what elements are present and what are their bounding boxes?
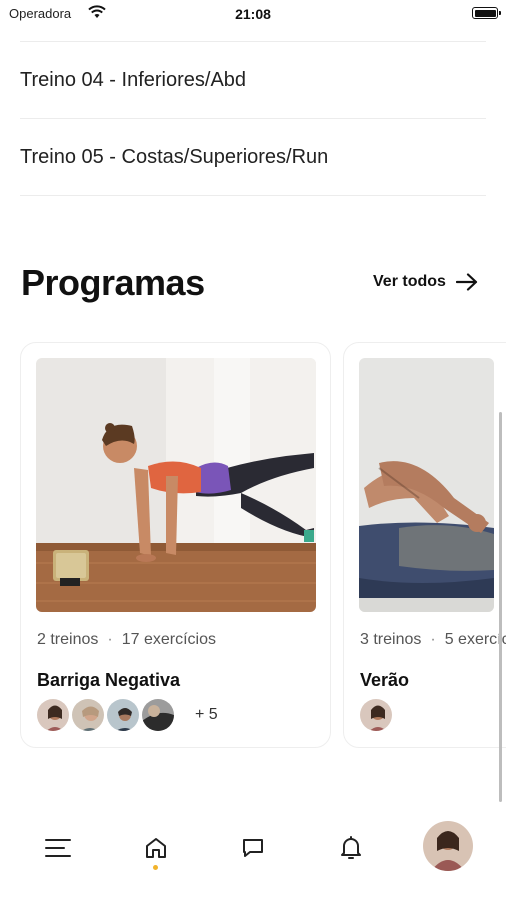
tab-menu[interactable] bbox=[43, 833, 73, 863]
see-all-button[interactable]: Ver todos bbox=[373, 273, 478, 291]
more-members-count: + 5 bbox=[195, 706, 218, 723]
program-title: Barriga Negativa bbox=[37, 670, 181, 690]
exercises-count: 17 exercícios bbox=[121, 631, 216, 648]
avatar bbox=[35, 697, 71, 733]
bell-icon bbox=[341, 836, 361, 859]
member-avatars bbox=[358, 697, 394, 733]
see-all-label: Ver todos bbox=[373, 273, 446, 290]
tab-notifications[interactable] bbox=[336, 833, 366, 863]
program-meta: 3 treinos·5 exercícios bbox=[360, 631, 506, 649]
avatar bbox=[358, 697, 394, 733]
chat-icon bbox=[243, 839, 263, 857]
program-meta: 2 treinos · 17 exercícios bbox=[37, 631, 216, 648]
arrow-right-icon bbox=[455, 273, 478, 291]
workout-label: Treino 05 - Costas/Superiores/Run bbox=[20, 145, 329, 168]
workout-label: Treino 04 - Inferiores/Abd bbox=[20, 68, 247, 91]
scrollbar[interactable] bbox=[499, 412, 502, 802]
home-icon bbox=[146, 838, 166, 858]
workout-item[interactable]: Treino 04 - Inferiores/Abd bbox=[20, 42, 486, 119]
workouts-count: 3 treinos bbox=[360, 631, 422, 648]
tab-chat[interactable] bbox=[238, 833, 268, 863]
status-bar: Operadora 21:08 bbox=[0, 0, 506, 28]
program-image bbox=[359, 358, 494, 612]
profile-avatar[interactable] bbox=[423, 821, 473, 871]
active-tab-indicator bbox=[153, 865, 158, 870]
workout-item[interactable]: Treino 05 - Costas/Superiores/Run bbox=[20, 119, 486, 196]
clock: 21:08 bbox=[235, 6, 271, 22]
program-title: Verão bbox=[360, 670, 410, 690]
battery-icon bbox=[472, 7, 501, 19]
avatar bbox=[105, 697, 141, 733]
program-image bbox=[36, 358, 316, 612]
avatar bbox=[140, 697, 176, 733]
exercises-count: 5 exercícios bbox=[444, 631, 506, 648]
tab-home[interactable] bbox=[141, 833, 171, 863]
program-card[interactable]: 2 treinos · 17 exercícios Barriga Negativa… bbox=[20, 342, 331, 748]
workout-list: Treino 04 - Inferiores/Abd Treino 05 - C… bbox=[20, 42, 486, 196]
program-card[interactable]: 3 treinos·5 exercícios Verão bbox=[343, 342, 506, 748]
menu-icon bbox=[45, 839, 71, 857]
member-avatars: + 5 bbox=[35, 697, 218, 733]
programs-title: Programas bbox=[21, 262, 205, 303]
avatar bbox=[70, 697, 106, 733]
workouts-count: 2 treinos bbox=[37, 631, 99, 648]
